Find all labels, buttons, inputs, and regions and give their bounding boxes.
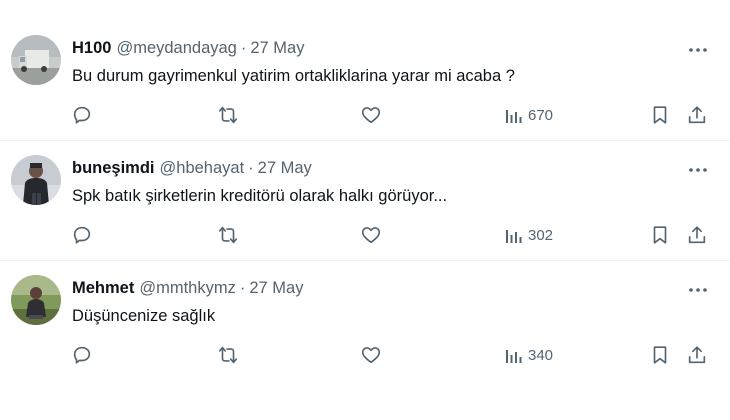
share-icon — [688, 106, 706, 124]
bookmark-button[interactable] — [649, 103, 671, 127]
tweet-date[interactable]: 27 May — [250, 39, 304, 57]
heart-icon — [361, 107, 381, 124]
reply-button[interactable] — [71, 343, 93, 367]
view-count: 340 — [528, 346, 554, 364]
more-dots-icon — [689, 48, 707, 52]
reply-icon — [73, 106, 91, 124]
tweet-date[interactable]: 27 May — [258, 159, 312, 177]
views-button[interactable]: 670 — [505, 103, 553, 127]
tweet-feed: H100 @meydandayag · 27 May Bu durum gayrime… — [0, 0, 730, 420]
like-button[interactable] — [360, 343, 382, 367]
views-button[interactable]: 302 — [505, 223, 553, 247]
share-icon — [688, 346, 706, 364]
bookmark-button[interactable] — [649, 343, 671, 367]
truck-photo-icon — [11, 35, 61, 85]
tweet[interactable]: Mehmet @mmthkymz · 27 May Düşüncenize sağlı… — [0, 261, 730, 381]
display-name[interactable]: Mehmet — [72, 279, 134, 297]
bookmark-icon — [653, 346, 667, 364]
tweet-date[interactable]: 27 May — [249, 279, 303, 297]
more-options-button[interactable] — [686, 283, 710, 295]
tweet-actions: 670 — [0, 103, 730, 127]
heart-icon — [361, 347, 381, 364]
more-dots-icon — [689, 288, 707, 292]
share-button[interactable] — [686, 343, 708, 367]
reply-button[interactable] — [71, 103, 93, 127]
bookmark-button[interactable] — [649, 223, 671, 247]
retweet-icon — [218, 226, 238, 244]
separator: · — [239, 279, 246, 297]
bookmark-icon — [653, 226, 667, 244]
bookmark-icon — [653, 106, 667, 124]
analytics-icon — [506, 110, 522, 123]
tweet-text: Bu durum gayrimenkul yatirim ortakliklar… — [72, 67, 515, 85]
share-button[interactable] — [686, 103, 708, 127]
more-options-button[interactable] — [686, 43, 710, 55]
retweet-button[interactable] — [216, 343, 240, 367]
user-handle[interactable]: @meydandayag — [116, 39, 236, 57]
retweet-icon — [218, 106, 238, 124]
views-button[interactable]: 340 — [505, 343, 553, 367]
share-icon — [688, 226, 706, 244]
more-options-button[interactable] — [686, 163, 710, 175]
tweet-actions: 302 — [0, 223, 730, 247]
avatar[interactable] — [11, 35, 61, 85]
more-dots-icon — [689, 168, 707, 172]
tweet-text: Düşüncenize sağlık — [72, 307, 216, 325]
retweet-icon — [218, 346, 238, 364]
separator: · — [240, 39, 247, 57]
analytics-icon — [506, 230, 522, 243]
reply-icon — [73, 226, 91, 244]
tweet-header: H100 @meydandayag · 27 May — [72, 38, 304, 58]
separator: · — [248, 159, 254, 177]
view-count: 670 — [528, 106, 554, 124]
user-handle[interactable]: @hbehayat — [160, 159, 245, 177]
like-button[interactable] — [360, 223, 382, 247]
reply-button[interactable] — [71, 223, 93, 247]
retweet-button[interactable] — [216, 103, 240, 127]
tweet-text: Spk batık şirketlerin kreditörü olarak h… — [72, 187, 448, 205]
display-name[interactable]: buneşimdi — [72, 159, 155, 177]
share-button[interactable] — [686, 223, 708, 247]
person-outdoor-photo-icon — [11, 275, 61, 325]
view-count: 302 — [528, 226, 554, 244]
heart-icon — [361, 227, 381, 244]
tweet-actions: 340 — [0, 343, 730, 367]
tweet-header: Mehmet @mmthkymz · 27 May — [72, 278, 303, 298]
avatar[interactable] — [11, 275, 61, 325]
like-button[interactable] — [360, 103, 382, 127]
analytics-icon — [506, 350, 522, 363]
reply-icon — [73, 346, 91, 364]
user-handle[interactable]: @mmthkymz — [139, 279, 236, 297]
tweet[interactable]: H100 @meydandayag · 27 May Bu durum gayrime… — [0, 21, 730, 141]
tweet[interactable]: buneşimdi @hbehayat · 27 May Spk batık şirk… — [0, 141, 730, 261]
display-name[interactable]: H100 — [72, 39, 111, 57]
retweet-button[interactable] — [216, 223, 240, 247]
person-photo-icon — [11, 155, 61, 205]
tweet-header: buneşimdi @hbehayat · 27 May — [72, 158, 312, 178]
avatar[interactable] — [11, 155, 61, 205]
